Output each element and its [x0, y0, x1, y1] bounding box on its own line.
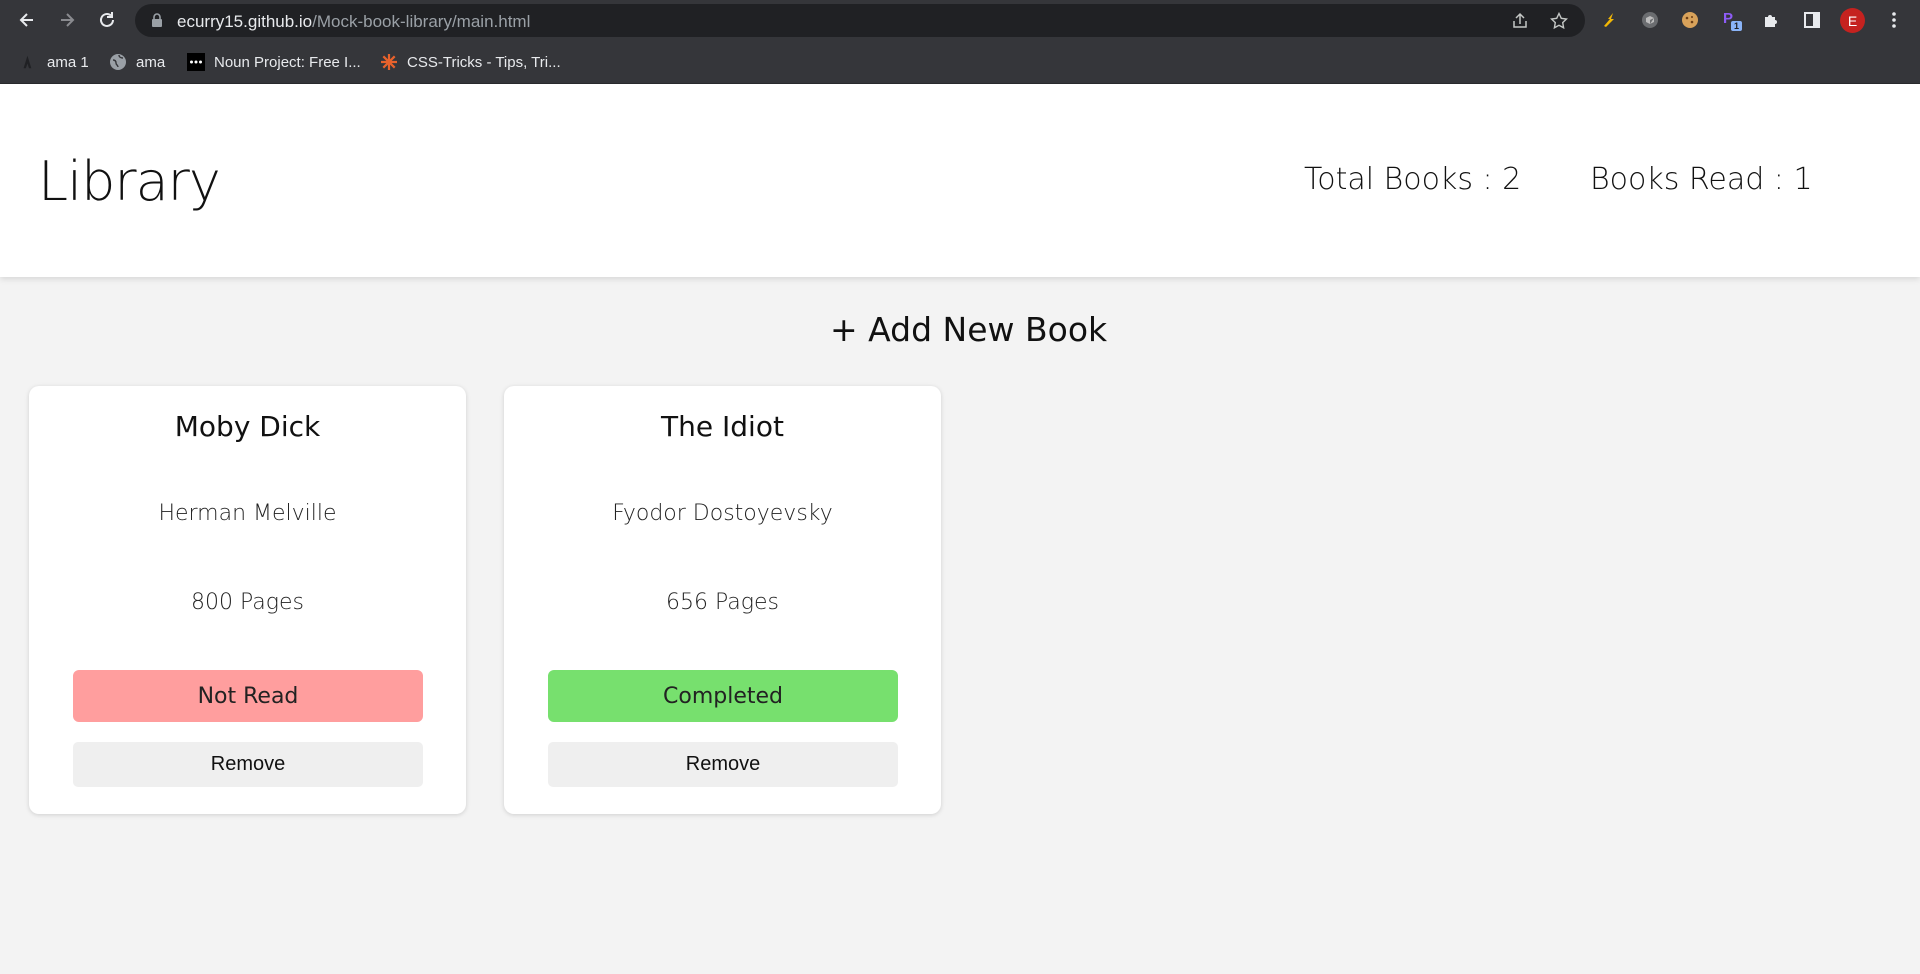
cube-extension-icon[interactable]	[1638, 8, 1662, 32]
read-status-button[interactable]: Not Read	[73, 670, 423, 722]
url-path: /Mock-book-library/main.html	[312, 12, 531, 31]
share-icon[interactable]	[1511, 12, 1529, 30]
page-title: Library	[38, 150, 221, 213]
kebab-menu-icon[interactable]	[1882, 8, 1906, 32]
bookmark-label: ama 1	[47, 53, 89, 71]
bookmark-label: CSS-Tricks - Tips, Tri...	[407, 53, 561, 71]
bookmarks-bar: ama 1 ama Noun Project: Free I... CSS-Tr…	[0, 41, 1920, 84]
library-header: Library Total Books : 2 Books Read : 1	[0, 84, 1920, 277]
bookmark-css-tricks[interactable]: CSS-Tricks - Tips, Tri...	[380, 51, 561, 73]
book-author: Fyodor Dostoyevsky	[612, 501, 833, 526]
back-arrow-icon	[19, 13, 33, 27]
extension-badge: 1	[1734, 21, 1740, 31]
bookmark-ama[interactable]: ama	[109, 51, 165, 73]
noun-project-icon	[187, 53, 205, 71]
puzzle-extensions-icon[interactable]	[1760, 8, 1784, 32]
css-tricks-icon	[380, 53, 398, 71]
remove-button[interactable]: Remove	[548, 742, 898, 787]
book-title: Moby Dick	[174, 410, 321, 443]
back-button[interactable]	[15, 8, 39, 32]
page-content: Library Total Books : 2 Books Read : 1 +…	[0, 84, 1920, 974]
address-bar[interactable]: ecurry15.github.io/Mock-book-library/mai…	[135, 4, 1585, 37]
read-status-button[interactable]: Completed	[548, 670, 898, 722]
total-books-stat: Total Books : 2	[1304, 162, 1522, 197]
bookmark-label: Noun Project: Free I...	[214, 53, 361, 71]
url-text: ecurry15.github.io/Mock-book-library/mai…	[177, 12, 530, 32]
globe-icon	[109, 53, 127, 71]
forward-button[interactable]	[55, 8, 79, 32]
reload-icon	[100, 12, 114, 27]
url-host: ecurry15.github.io	[177, 12, 313, 31]
side-panel-icon[interactable]	[1800, 8, 1824, 32]
browser-toolbar: ecurry15.github.io/Mock-book-library/mai…	[0, 0, 1920, 41]
lock-icon	[152, 13, 162, 27]
book-pages: 800 Pages	[191, 590, 304, 615]
reload-button[interactable]	[95, 8, 119, 32]
book-card: Moby Dick Herman Melville 800 Pages Not …	[29, 386, 466, 814]
book-author: Herman Melville	[158, 501, 337, 526]
ama-icon	[20, 53, 38, 71]
forward-arrow-icon	[61, 13, 75, 27]
cookie-extension-icon[interactable]	[1678, 8, 1702, 32]
p-extension-icon[interactable]: P 1	[1720, 8, 1744, 32]
bookmark-label: ama	[136, 53, 166, 71]
book-card: The Idiot Fyodor Dostoyevsky 656 Pages C…	[504, 386, 941, 814]
add-new-book-button[interactable]: + Add New Book	[830, 310, 1107, 349]
remove-button[interactable]: Remove	[73, 742, 423, 787]
book-title: The Idiot	[661, 410, 784, 443]
bookmark-ama-1[interactable]: ama 1	[20, 51, 89, 73]
book-pages: 656 Pages	[666, 590, 779, 615]
books-read-stat: Books Read : 1	[1590, 162, 1813, 197]
bookmark-star-icon[interactable]	[1550, 12, 1568, 30]
bookmark-noun-project[interactable]: Noun Project: Free I...	[187, 51, 361, 73]
lightning-extension-icon[interactable]	[1598, 8, 1622, 32]
profile-avatar[interactable]: E	[1840, 8, 1865, 33]
